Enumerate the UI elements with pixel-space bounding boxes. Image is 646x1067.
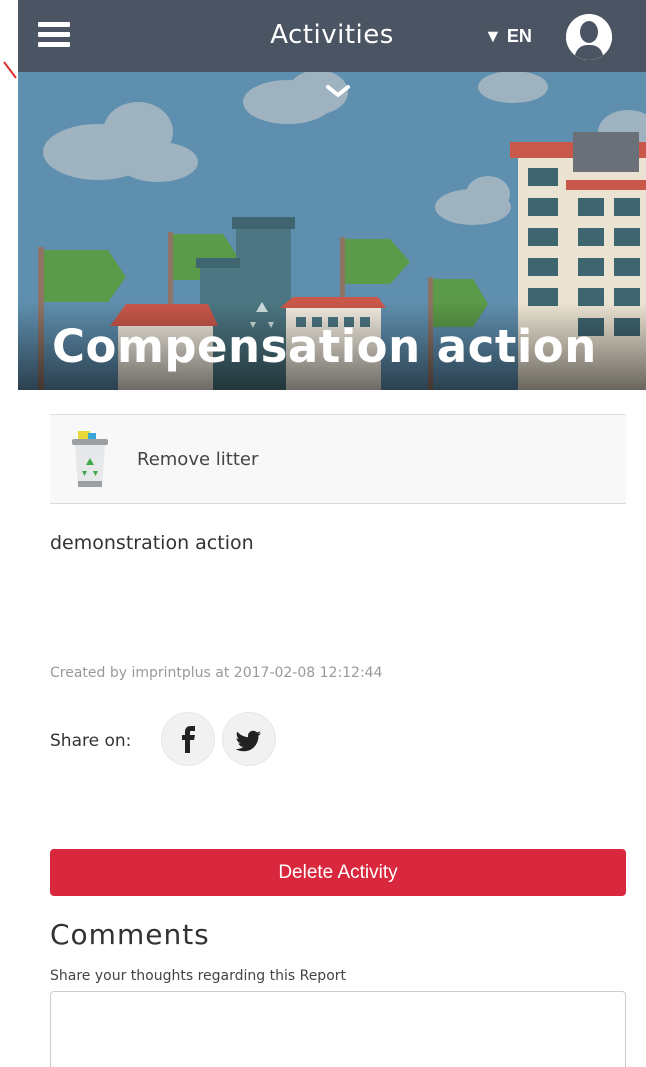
recycle-bin-icon [72, 431, 108, 487]
created-info: Created by imprintplus at 2017-02-08 12:… [50, 665, 383, 681]
hamburger-menu-icon[interactable] [38, 22, 70, 50]
language-selector[interactable]: ▼ EN [484, 26, 532, 47]
page-title: Activities [270, 20, 394, 50]
twitter-icon [235, 730, 261, 752]
delete-activity-button[interactable]: Delete Activity [50, 849, 626, 896]
activity-category: Remove litter [50, 414, 626, 504]
comments-heading: Comments [50, 918, 210, 951]
side-marker [3, 61, 17, 79]
category-label: Remove litter [137, 449, 259, 470]
twitter-share-button[interactable] [222, 712, 276, 766]
hero-banner: Compensation action [18, 72, 646, 390]
activity-title: Compensation action [52, 320, 597, 373]
facebook-icon [182, 726, 195, 753]
user-avatar-icon[interactable] [566, 14, 612, 60]
facebook-share-button[interactable] [161, 712, 215, 766]
comments-hint: Share your thoughts regarding this Repor… [50, 968, 347, 984]
activity-description: demonstration action [50, 532, 254, 554]
share-label: Share on: [50, 731, 132, 751]
top-navigation-bar: Activities ▼ EN [18, 0, 646, 72]
comment-input[interactable] [50, 991, 626, 1067]
